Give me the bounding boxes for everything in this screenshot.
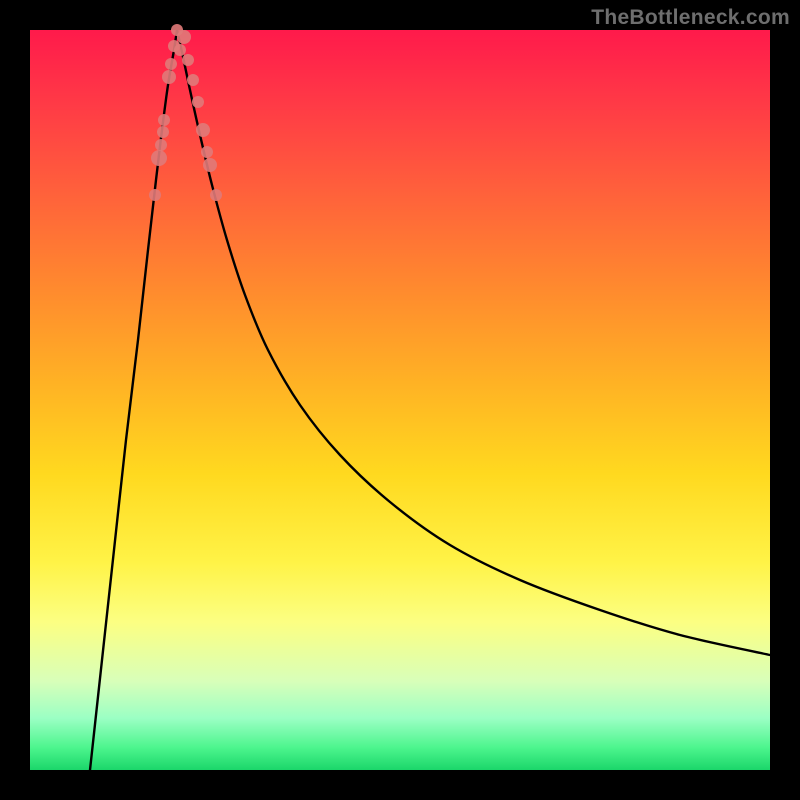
- data-point-marker: [177, 30, 191, 44]
- plot-area: [30, 30, 770, 770]
- data-point-marker: [174, 44, 186, 56]
- data-point-marker: [210, 189, 222, 201]
- watermark-text: TheBottleneck.com: [591, 6, 790, 30]
- data-point-marker: [149, 189, 161, 201]
- curve-right-branch: [177, 30, 770, 655]
- data-point-marker: [165, 58, 177, 70]
- data-point-marker: [151, 150, 167, 166]
- data-point-marker: [155, 139, 167, 151]
- data-point-marker: [182, 54, 194, 66]
- chart-container: TheBottleneck.com: [0, 0, 800, 800]
- curve-svg: [30, 30, 770, 770]
- data-point-marker: [162, 70, 176, 84]
- data-point-marker: [158, 114, 170, 126]
- data-point-marker: [203, 158, 217, 172]
- data-point-markers: [149, 24, 222, 201]
- data-point-marker: [187, 74, 199, 86]
- data-point-marker: [201, 146, 213, 158]
- data-point-marker: [157, 126, 169, 138]
- data-point-marker: [196, 123, 210, 137]
- data-point-marker: [192, 96, 204, 108]
